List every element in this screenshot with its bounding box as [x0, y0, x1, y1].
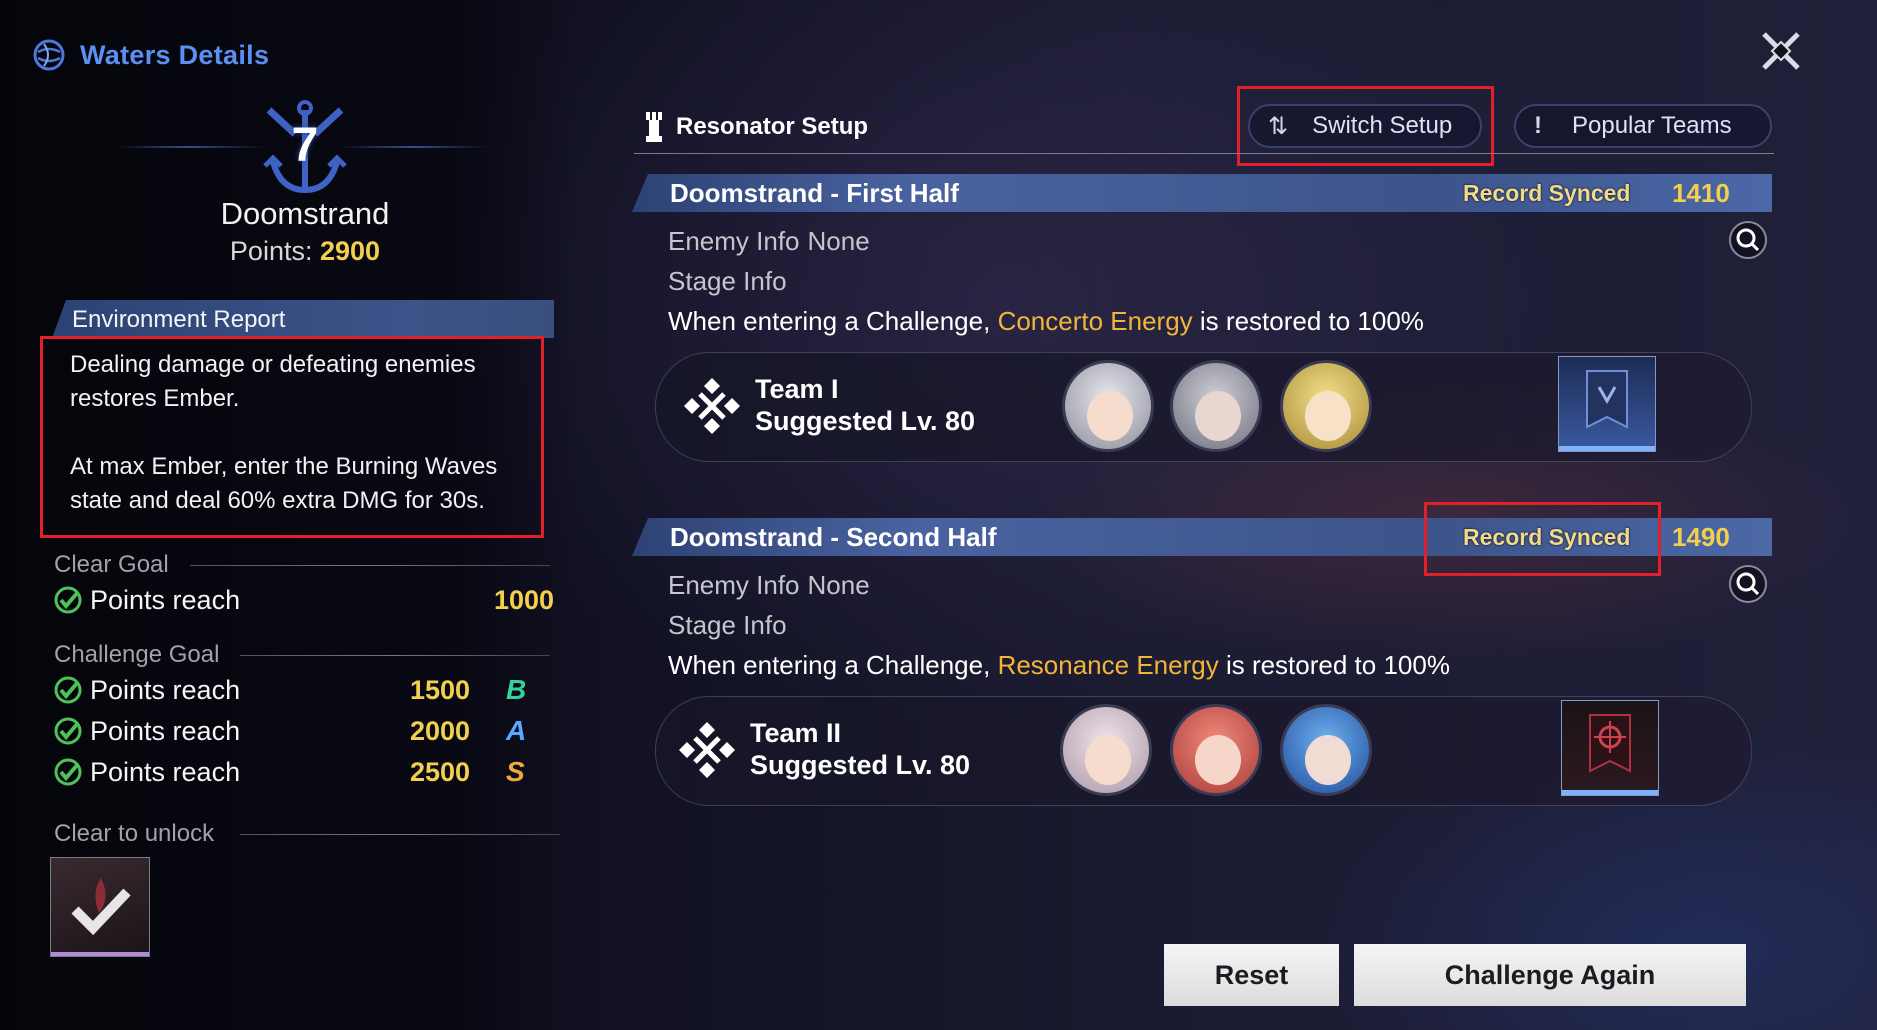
enemy-info-value: None [807, 570, 870, 600]
goal-value: 2000 [410, 715, 471, 746]
check-icon [54, 717, 82, 745]
challenge-pre: When entering a Challenge, [668, 306, 991, 336]
popular-teams-button[interactable]: ! Popular Teams [1514, 104, 1772, 148]
team-2-name: Team II [750, 718, 842, 748]
first-half-points: 1410 [1672, 178, 1730, 208]
resonator-avatar[interactable] [1280, 360, 1372, 452]
resonator-avatar[interactable] [1060, 704, 1152, 796]
goal-label: Points reach [90, 715, 241, 746]
second-half-title: Doomstrand - Second Half [670, 522, 997, 552]
check-icon [54, 676, 82, 704]
goal-label: Points reach [90, 584, 241, 615]
resonator-setup-title: Resonator Setup [642, 110, 868, 144]
second-half-challenge-text: When entering a Challenge, Resonance Ene… [668, 650, 1450, 681]
popular-teams-label: Popular Teams [1572, 112, 1732, 139]
second-half-enemy-info: Enemy Info None [668, 570, 870, 601]
check-icon [54, 586, 82, 614]
points-value: 2900 [319, 236, 381, 266]
clear-goal-divider [190, 565, 550, 566]
stage-name: Doomstrand [220, 196, 390, 231]
decor-line-left [115, 146, 265, 148]
challenge-energy: Resonance Energy [997, 650, 1219, 680]
unlock-reward-item[interactable] [50, 857, 150, 957]
close-icon[interactable] [1760, 30, 1802, 72]
goal-value: 1500 [410, 674, 471, 705]
check-icon [54, 758, 82, 786]
team-1-level: Suggested Lv. 80 [755, 406, 976, 436]
challenge-again-button[interactable]: Challenge Again [1354, 944, 1746, 1006]
clear-goal-title: Clear Goal [54, 551, 169, 578]
points-label: Points: [229, 236, 313, 266]
chess-icon [646, 112, 662, 142]
goal-label: Points reach [90, 756, 241, 787]
second-half-points: 1490 [1672, 522, 1730, 552]
rank-a-icon: A [506, 715, 527, 746]
first-half-title: Doomstrand - First Half [670, 178, 959, 208]
rank-s-icon: S [506, 756, 525, 787]
waters-globe-icon [33, 39, 65, 71]
resonator-setup-label: Resonator Setup [676, 113, 869, 140]
resonator-avatar[interactable] [1170, 360, 1262, 452]
highlight-box-switch-setup [1237, 86, 1494, 166]
clear-goal-row: Points reach 1000 [54, 582, 554, 618]
header: Waters Details [32, 38, 269, 72]
reset-button[interactable]: Reset [1164, 944, 1339, 1006]
goal-label: Points reach [90, 674, 241, 705]
team-1-name: Team I [755, 374, 839, 404]
sigil-icon [1589, 714, 1631, 773]
team-1-banner-icon[interactable] [1558, 356, 1656, 452]
search-icon[interactable] [1728, 564, 1768, 604]
challenge-post: is restored to 100% [1225, 650, 1450, 680]
search-icon[interactable] [1728, 220, 1768, 260]
goal-value: 1000 [494, 584, 555, 615]
enemy-info-label: Enemy Info [668, 226, 800, 256]
sigil-icon [1586, 370, 1628, 429]
challenge-goal-row-a: Points reach 2000 A [54, 713, 554, 749]
stage-points: Points: 2900 [0, 236, 610, 267]
goal-value: 2500 [410, 756, 471, 787]
team-2-banner-icon[interactable] [1561, 700, 1659, 796]
highlight-box-record-synced [1424, 502, 1661, 576]
checkmark-icon [71, 878, 131, 936]
resonator-avatar[interactable] [1170, 704, 1262, 796]
enemy-info-label: Enemy Info [668, 570, 800, 600]
challenge-pre: When entering a Challenge, [668, 650, 991, 680]
second-half-stage-info: Stage Info [668, 610, 787, 640]
first-half-challenge-text: When entering a Challenge, Concerto Ener… [668, 306, 1424, 337]
highlight-box-environment [40, 336, 544, 538]
first-half-enemy-info: Enemy Info None [668, 226, 870, 257]
first-half-record-synced: Record Synced [1463, 180, 1631, 206]
team-logo-icon [679, 722, 735, 778]
team-logo-icon [684, 378, 740, 434]
unlock-divider [240, 834, 560, 835]
team-2-level: Suggested Lv. 80 [750, 750, 971, 780]
challenge-post: is restored to 100% [1199, 306, 1424, 336]
challenge-goal-row-s: Points reach 2500 S [54, 754, 554, 790]
resonator-avatar[interactable] [1280, 704, 1372, 796]
stage-number: 7 [291, 119, 319, 172]
rank-b-icon: B [506, 674, 527, 705]
resonator-avatar[interactable] [1062, 360, 1154, 452]
enemy-info-value: None [807, 226, 870, 256]
challenge-energy: Concerto Energy [997, 306, 1193, 336]
challenge-goal-title: Challenge Goal [54, 641, 220, 668]
exclamation-icon: ! [1534, 112, 1542, 139]
decor-line-right [338, 146, 488, 148]
clear-to-unlock-title: Clear to unlock [54, 820, 215, 847]
challenge-goal-row-b: Points reach 1500 B [54, 672, 554, 708]
environment-report-title: Environment Report [72, 306, 286, 333]
challenge-goal-divider [240, 655, 550, 656]
page-title: Waters Details [80, 39, 270, 70]
first-half-stage-info: Stage Info [668, 266, 787, 296]
resonator-divider [634, 153, 1774, 154]
